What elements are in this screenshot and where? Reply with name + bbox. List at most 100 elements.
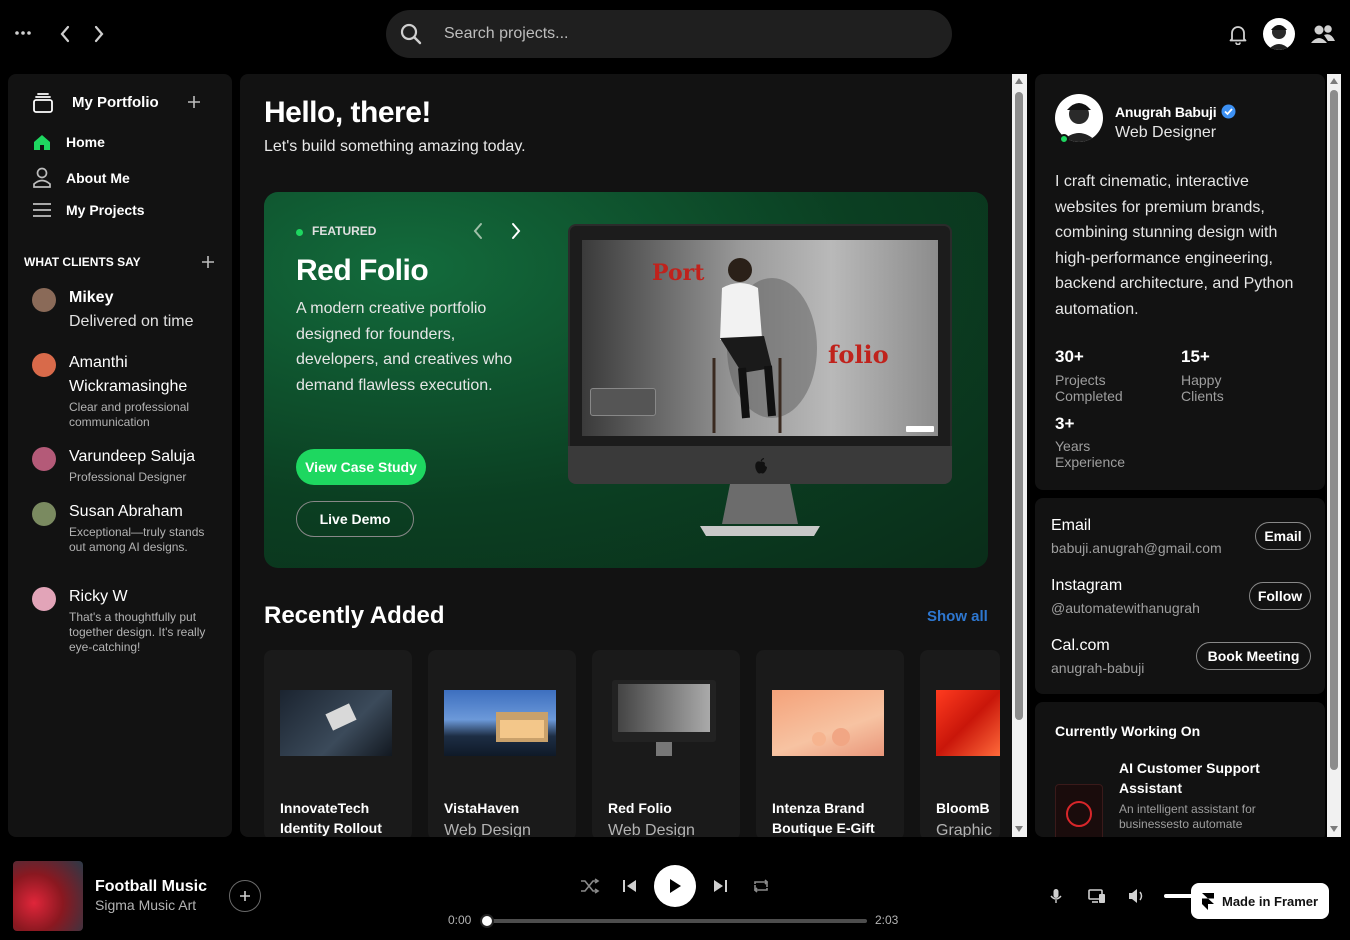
- badge-label: Made in Framer: [1222, 893, 1319, 909]
- project-thumbnail: [608, 680, 720, 756]
- plus-icon: [240, 891, 250, 901]
- player-bar: Football Music Sigma Music Art 0:00 2:03…: [0, 848, 1350, 940]
- contact-value: @automatewithanugrah: [1051, 600, 1200, 616]
- page-subtitle: Let's build something amazing today.: [264, 138, 526, 155]
- track-artist[interactable]: Sigma Music Art: [95, 897, 196, 913]
- previous-icon[interactable]: [622, 878, 638, 899]
- project-card[interactable]: Intenza Brand Boutique E-Gift: [756, 650, 904, 837]
- project-card[interactable]: VistaHaven Web Design: [428, 650, 576, 837]
- framer-icon: [1202, 892, 1214, 910]
- made-in-framer-badge[interactable]: Made in Framer: [1191, 883, 1329, 919]
- top-bar: [0, 0, 1350, 68]
- apple-logo: [754, 457, 768, 479]
- page-title: Hello, there!: [264, 96, 431, 129]
- search-input[interactable]: [444, 22, 924, 46]
- back-arrow-icon[interactable]: [54, 22, 76, 46]
- live-demo-button[interactable]: Live Demo: [296, 501, 414, 537]
- next-icon[interactable]: [510, 222, 522, 245]
- featured-card: FEATURED Red Folio A modern creative por…: [264, 192, 988, 568]
- project-subtitle: Web Design: [444, 822, 531, 837]
- project-thumbnail: [280, 690, 392, 756]
- prev-icon[interactable]: [472, 222, 484, 245]
- testimonial[interactable]: Mikey Delivered on time: [30, 286, 226, 336]
- contact-value: anugrah-babuji: [1051, 660, 1145, 676]
- more-icon[interactable]: [12, 22, 34, 44]
- stat-label: Happy Clients: [1181, 372, 1224, 404]
- profile-role: Web Designer: [1115, 124, 1217, 141]
- view-case-study-button[interactable]: View Case Study: [296, 449, 426, 485]
- testimonial-name: Susan Abraham: [69, 503, 183, 520]
- testimonial-name: Mikey: [69, 289, 114, 306]
- next-icon[interactable]: [712, 878, 728, 899]
- project-card[interactable]: InnovateTech Identity Rollout: [264, 650, 412, 837]
- project-card[interactable]: Red Folio Web Design: [592, 650, 740, 837]
- section-title: Currently Working On: [1055, 723, 1201, 739]
- progress-bar[interactable]: [480, 914, 867, 928]
- testimonial-text: Exceptional—truly stands out among AI de…: [69, 525, 205, 554]
- follow-button[interactable]: Follow: [1249, 582, 1311, 610]
- scrollbar[interactable]: [1327, 74, 1341, 837]
- time-current: 0:00: [448, 913, 472, 927]
- project-title: Red Folio: [608, 800, 672, 816]
- project-thumbnail: [444, 690, 556, 756]
- testimonial-text: Clear and professional communication: [69, 400, 190, 429]
- project-card[interactable]: BloomB Graphic: [920, 650, 1000, 837]
- show-all-link[interactable]: Show all: [927, 608, 988, 625]
- testimonial[interactable]: Ricky W That's a thoughtfully put togeth…: [30, 585, 226, 655]
- sidebar-title[interactable]: My Portfolio: [72, 94, 159, 111]
- contact-value: babuji.anugrah@gmail.com: [1051, 540, 1222, 556]
- time-total: 2:03: [875, 913, 899, 927]
- home-icon: [30, 132, 54, 152]
- stat-value: 15+: [1181, 347, 1210, 366]
- album-art[interactable]: [13, 861, 83, 931]
- testimonial-name: Ricky W: [69, 588, 128, 605]
- book-meeting-button[interactable]: Book Meeting: [1196, 642, 1311, 670]
- main-content: Hello, there! Let's build something amaz…: [240, 74, 1027, 837]
- avatar: [32, 353, 56, 377]
- screen-text: folio: [828, 340, 889, 369]
- progress-knob[interactable]: [480, 914, 494, 928]
- friends-icon[interactable]: [1310, 22, 1336, 46]
- track-title[interactable]: Football Music: [95, 878, 207, 896]
- profile-bio: I craft cinematic, interactive websites …: [1055, 173, 1294, 318]
- user-icon: [30, 167, 54, 189]
- section-title: Recently Added: [264, 602, 445, 629]
- stat-value: 3+: [1055, 414, 1075, 433]
- email-button[interactable]: Email: [1255, 522, 1311, 550]
- sidebar-item-about[interactable]: About Me: [30, 167, 130, 189]
- play-icon: [670, 879, 681, 893]
- avatar[interactable]: [1263, 18, 1295, 50]
- volume-icon[interactable]: [1128, 888, 1146, 909]
- forward-arrow-icon[interactable]: [88, 22, 110, 46]
- section-title: WHAT CLIENTS SAY: [24, 255, 141, 269]
- avatar: [32, 502, 56, 526]
- profile-name: Anugrah Babuji: [1115, 104, 1217, 120]
- add-icon[interactable]: [186, 94, 202, 115]
- testimonial[interactable]: Varundeep Saluja Professional Designer: [30, 445, 226, 489]
- avatar: [32, 447, 56, 471]
- microphone-icon[interactable]: [1050, 888, 1062, 909]
- devices-icon[interactable]: [1088, 888, 1106, 909]
- testimonial[interactable]: Susan Abraham Exceptional—truly stands o…: [30, 500, 226, 570]
- testimonial[interactable]: Amanthi Wickramasinghe Clear and profess…: [30, 351, 226, 431]
- avatar: [32, 288, 56, 312]
- add-to-library-button[interactable]: [229, 880, 261, 912]
- contact-card: Email babuji.anugrah@gmail.com Email Ins…: [1035, 498, 1325, 694]
- sidebar-item-home[interactable]: Home: [30, 132, 105, 152]
- search-bar: [386, 10, 952, 58]
- scrollbar-thumb[interactable]: [1330, 90, 1338, 770]
- project-thumbnail: [772, 690, 884, 756]
- play-button[interactable]: [654, 865, 696, 907]
- shuffle-icon[interactable]: [580, 878, 600, 899]
- sidebar-item-projects[interactable]: My Projects: [30, 202, 145, 218]
- sidebar-item-label: My Projects: [66, 202, 145, 218]
- project-subtitle: Graphic: [936, 822, 993, 837]
- add-icon[interactable]: [200, 254, 216, 275]
- working-on-card: Currently Working On AI Customer Support…: [1035, 702, 1325, 837]
- repeat-icon[interactable]: [752, 878, 770, 899]
- verified-icon: [1221, 104, 1236, 124]
- bell-icon[interactable]: [1226, 22, 1250, 46]
- scrollbar[interactable]: [1012, 74, 1027, 837]
- stat-label: Years Experience: [1055, 438, 1126, 470]
- scrollbar-thumb[interactable]: [1015, 92, 1023, 720]
